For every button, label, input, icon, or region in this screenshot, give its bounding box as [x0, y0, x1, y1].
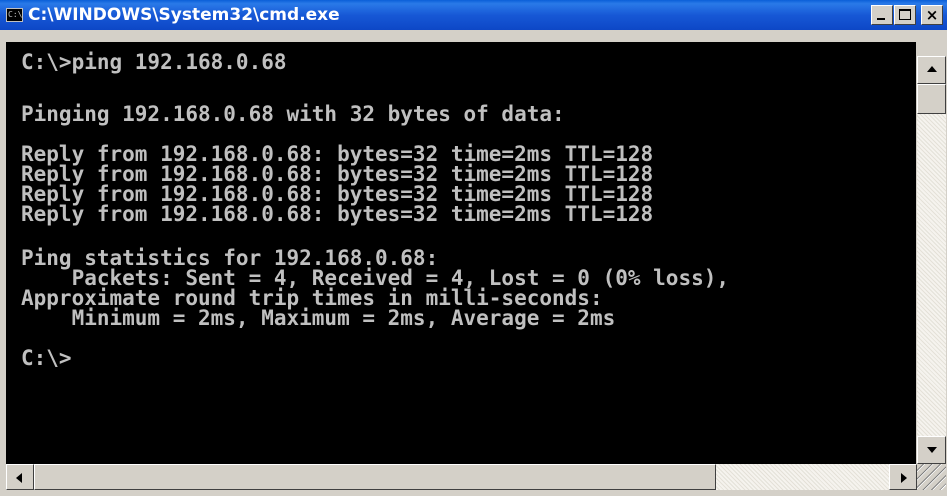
scroll-up-arrow-icon — [927, 66, 937, 72]
console-line: Approximate round trip times in milli-se… — [21, 286, 603, 310]
console-output[interactable]: C:\>ping 192.168.0.68 Pinging 192.168.0.… — [6, 42, 916, 464]
scroll-down-button[interactable] — [917, 436, 946, 464]
console-line: Pinging 192.168.0.68 with 32 bytes of da… — [21, 102, 565, 126]
close-icon: × — [925, 6, 939, 24]
scroll-right-button[interactable] — [889, 464, 917, 490]
minimize-button[interactable] — [871, 5, 893, 25]
console-line: Packets: Sent = 4, Received = 4, Lost = … — [21, 266, 730, 290]
console-line: Reply from 192.168.0.68: bytes=32 time=2… — [21, 162, 654, 186]
cmd-app-icon[interactable]: C:\ — [6, 8, 23, 22]
maximize-button[interactable] — [894, 5, 916, 25]
console-line: C:\> — [21, 346, 72, 370]
console-line: Reply from 192.168.0.68: bytes=32 time=2… — [21, 202, 654, 226]
vertical-scrollbar-track[interactable] — [917, 56, 946, 464]
scroll-right-arrow-icon — [901, 473, 907, 483]
scroll-down-arrow-icon — [927, 447, 937, 453]
vertical-scroll-thumb[interactable] — [917, 84, 946, 114]
resize-grip-icon[interactable] — [917, 464, 946, 490]
console-line: Reply from 192.168.0.68: bytes=32 time=2… — [21, 142, 654, 166]
close-button[interactable]: × — [921, 5, 943, 25]
maximize-icon — [899, 9, 911, 20]
minimize-icon — [877, 18, 885, 20]
console-line: Ping statistics for 192.168.0.68: — [21, 246, 439, 270]
scroll-left-arrow-icon — [16, 473, 22, 483]
console-line: Minimum = 2ms, Maximum = 2ms, Average = … — [21, 306, 616, 330]
scroll-up-button[interactable] — [917, 56, 946, 84]
console-line: C:\>ping 192.168.0.68 — [21, 50, 287, 74]
title-bar[interactable]: C:\ C:\WINDOWS\System32\cmd.exe × — [0, 0, 947, 30]
window-title: C:\WINDOWS\System32\cmd.exe — [28, 5, 340, 25]
console-line: Reply from 192.168.0.68: bytes=32 time=2… — [21, 182, 654, 206]
scroll-left-button[interactable] — [6, 464, 34, 490]
horizontal-scroll-thumb[interactable] — [34, 464, 716, 490]
cmd-window: C:\ C:\WINDOWS\System32\cmd.exe × C:\>pi… — [0, 0, 947, 496]
